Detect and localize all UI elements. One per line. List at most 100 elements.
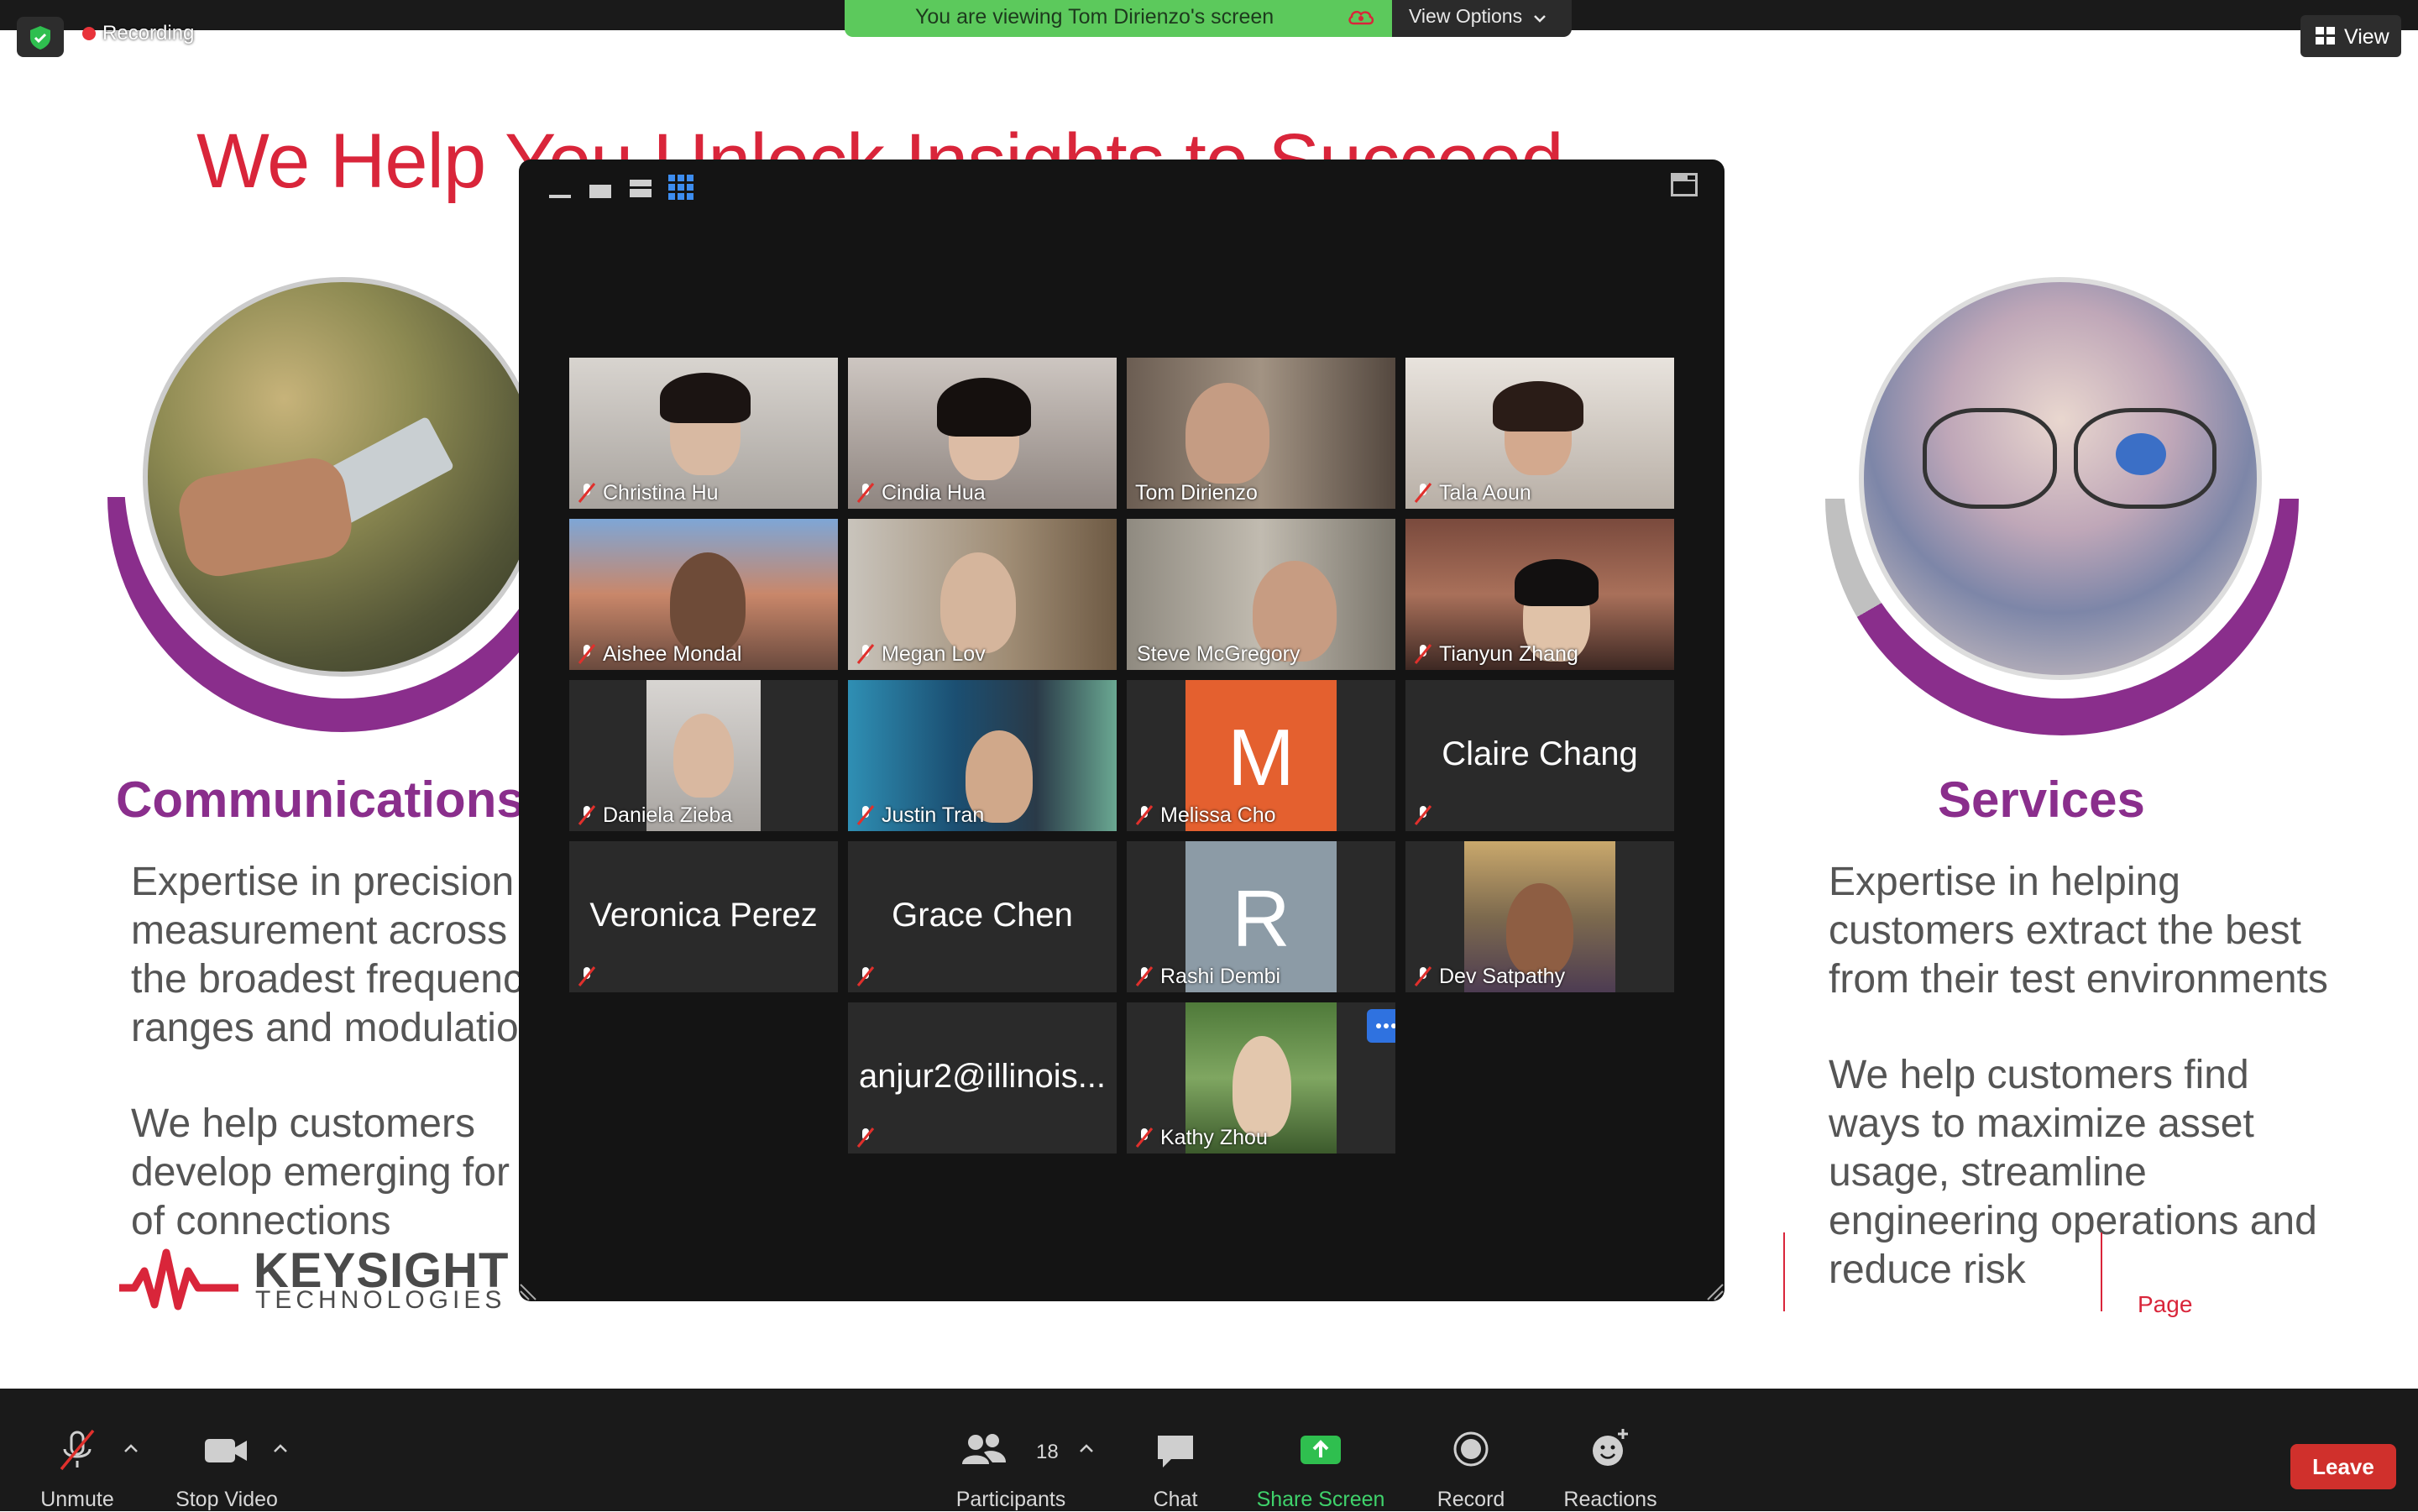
text-line: Expertise in helping	[1829, 860, 2180, 904]
participant-name: Aishee Mondal	[603, 642, 742, 666]
muted-mic-icon	[578, 966, 596, 986]
cloud-recording-icon	[1348, 10, 1374, 25]
speaker-view-icon[interactable]	[589, 181, 611, 198]
more-options-button[interactable]	[1367, 1009, 1395, 1043]
participant-tile[interactable]: Tianyun Zhang	[1405, 519, 1674, 670]
participant-tile[interactable]: Tala Aoun	[1405, 358, 1674, 509]
person-silhouette	[1506, 883, 1573, 976]
person-silhouette	[673, 714, 734, 798]
more-dots-icon	[1376, 1023, 1395, 1028]
participant-tile[interactable]: Aishee Mondal	[569, 519, 838, 670]
muted-mic-icon	[578, 644, 596, 664]
participant-tile[interactable]: Megan Lov	[848, 519, 1117, 670]
glasses-left-lens	[1923, 408, 2057, 509]
participant-tile[interactable]: Daniela Zieba	[569, 680, 838, 831]
resize-handle-icon[interactable]	[519, 1283, 537, 1301]
text-line: We help customers	[131, 1101, 475, 1146]
leave-button[interactable]: Leave	[2290, 1444, 2396, 1489]
tablet-photo	[143, 277, 542, 677]
record-icon	[1453, 1431, 1489, 1467]
services-heading: Services	[1938, 772, 2145, 828]
text-line: from their test environments	[1829, 957, 2328, 1002]
security-shield-button[interactable]	[17, 17, 64, 57]
gallery-grid-icon[interactable]	[668, 175, 693, 200]
strip-view-icon[interactable]	[630, 178, 652, 198]
participant-tile[interactable]: R Rashi Dembi	[1127, 841, 1395, 992]
chevron-up-icon[interactable]	[1078, 1442, 1095, 1454]
participant-tile[interactable]: Kathy Zhou	[1127, 1002, 1395, 1154]
participant-name: Tom Dirienzo	[1135, 481, 1258, 505]
participant-tile[interactable]: Veronica Perez	[569, 841, 838, 992]
divider	[2101, 1232, 2102, 1311]
text-line: develop emerging for	[131, 1150, 510, 1195]
chevron-up-icon[interactable]	[272, 1442, 289, 1454]
participant-tile[interactable]: Justin Tran	[848, 680, 1117, 831]
divider	[1783, 1232, 1785, 1311]
participant-name: Tianyun Zhang	[1439, 642, 1578, 666]
text-line: reduce risk	[1829, 1248, 2026, 1292]
minimize-icon[interactable]	[549, 188, 571, 198]
recording-dot-icon	[82, 27, 96, 40]
participant-tile[interactable]: Cindia Hua	[848, 358, 1117, 509]
reactions-smiley-icon	[1593, 1429, 1628, 1466]
participant-name: Justin Tran	[882, 803, 985, 827]
text-line: measurement across	[131, 908, 508, 953]
exit-fullscreen-icon[interactable]	[1671, 173, 1698, 196]
participant-name: Steve McGregory	[1137, 642, 1301, 666]
participant-tile[interactable]: Grace Chen	[848, 841, 1117, 992]
eye-glasses-photo	[1859, 277, 2262, 680]
keysight-wave-logo-icon	[119, 1248, 238, 1311]
reactions-label: Reactions	[1563, 1488, 1657, 1511]
participant-tile[interactable]: Tom Dirienzo	[1127, 358, 1395, 509]
muted-mic-icon	[856, 805, 875, 825]
communications-paragraph-1: Expertise in precision measurement acros…	[131, 858, 523, 1053]
participant-name: Cindia Hua	[882, 481, 986, 505]
muted-mic-icon	[1135, 805, 1154, 825]
muted-mic-icon	[1414, 966, 1432, 986]
participants-icon	[962, 1434, 1006, 1464]
participant-tile[interactable]: Christina Hu	[569, 358, 838, 509]
muted-mic-icon	[1135, 1127, 1154, 1148]
view-button-label: View	[2344, 25, 2389, 49]
shield-icon	[30, 26, 50, 50]
keysight-logo-sub: TECHNOLOGIES	[255, 1286, 506, 1314]
muted-mic-icon	[856, 644, 875, 664]
hair-shape	[1515, 559, 1599, 606]
participant-name: Melissa Cho	[1160, 803, 1276, 827]
participant-tile[interactable]: anjur2@illinois...	[848, 1002, 1117, 1154]
participant-name: Megan Lov	[882, 642, 986, 666]
participant-name: Tala Aoun	[1439, 481, 1531, 505]
gallery-view-window: Christina Hu Cindia Hua Tom Dirienzo Tal…	[519, 160, 1725, 1301]
participant-tile[interactable]: Claire Chang	[1405, 680, 1674, 831]
participants-label: Participants	[955, 1488, 1066, 1511]
person-silhouette	[940, 552, 1016, 653]
participant-tile[interactable]: M Melissa Cho	[1127, 680, 1395, 831]
participant-name: Daniela Zieba	[603, 803, 733, 827]
text-line: usage, streamline	[1829, 1150, 2147, 1195]
hand-shape	[174, 453, 357, 582]
video-camera-icon	[205, 1439, 247, 1462]
text-line: ranges and modulatio	[131, 1006, 519, 1050]
participant-tile-active-speaker[interactable]: Steve McGregory	[1127, 519, 1395, 670]
text-line: Expertise in precision	[131, 860, 515, 904]
share-screen-label: Share Screen	[1256, 1488, 1385, 1511]
muted-mic-icon	[856, 1127, 875, 1148]
unmute-label: Unmute	[40, 1488, 114, 1511]
person-silhouette	[1233, 1036, 1291, 1137]
chevron-up-icon[interactable]	[123, 1442, 139, 1454]
muted-mic-icon	[1414, 644, 1432, 664]
view-options-dropdown[interactable]: View Options	[1392, 0, 1572, 37]
participant-display-name: anjur2@illinois...	[858, 1058, 1107, 1095]
text-line: the broadest frequenc	[131, 957, 523, 1002]
participant-name: Christina Hu	[603, 481, 719, 505]
participant-count-badge: 18	[1036, 1441, 1059, 1463]
view-button[interactable]: View	[2300, 15, 2401, 57]
participant-name: Kathy Zhou	[1160, 1126, 1268, 1149]
participant-name: Dev Satpathy	[1439, 965, 1566, 988]
text-line: customers extract the best	[1829, 908, 2301, 953]
resize-handle-icon[interactable]	[1706, 1283, 1725, 1301]
hair-shape	[660, 373, 751, 423]
participant-tile[interactable]: Dev Satpathy	[1405, 841, 1674, 992]
person-silhouette	[1185, 383, 1269, 484]
services-paragraph-1: Expertise in helping customers extract t…	[1829, 858, 2328, 1004]
